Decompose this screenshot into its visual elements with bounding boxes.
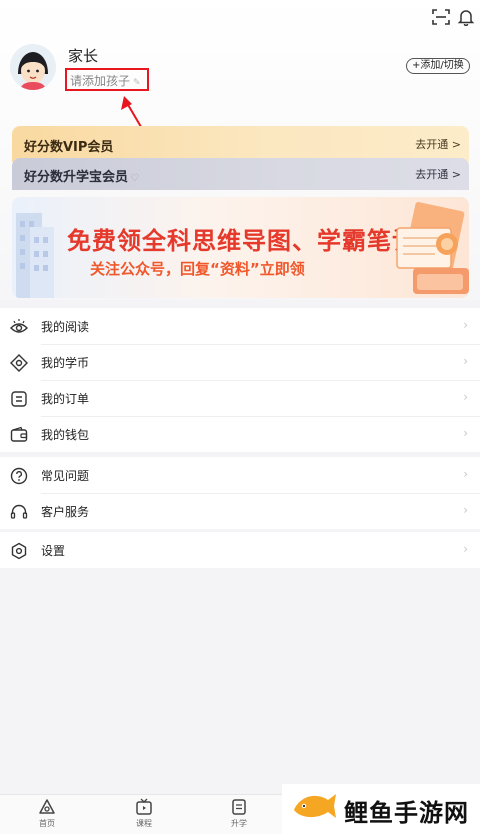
- tab-label: 升学: [231, 819, 247, 828]
- coin-icon: [10, 354, 28, 372]
- settings-icon: [11, 542, 27, 560]
- enroll-icon: [232, 799, 246, 815]
- menu-item-settings[interactable]: 设置 ›: [0, 532, 480, 568]
- shengxuebao-card-title: 好分数升学宝会员 ♡: [24, 170, 139, 185]
- chevron-right-icon: ›: [463, 467, 468, 481]
- vip-card-title: 好分数VIP会员: [24, 140, 114, 155]
- building-illustration: [16, 213, 54, 298]
- menu-label: 我的学币: [41, 356, 90, 370]
- menu-item-orders[interactable]: 我的订单 ›: [0, 380, 480, 416]
- site-watermark: 鲤鱼手游网: [282, 784, 480, 834]
- book-illustration: [396, 202, 469, 294]
- promo-banner[interactable]: 免费领全科思维导图、学霸笔记 关注公众号，回复“资料”立即领: [12, 197, 469, 298]
- headset-icon: [10, 504, 28, 519]
- order-icon: [11, 391, 27, 407]
- chevron-right-icon: ›: [463, 390, 468, 404]
- chevron-right-icon: ›: [463, 503, 468, 517]
- menu-group-account: 我的阅读 › 我的学币 › 我的订单 › 我的钱包 ›: [0, 308, 480, 452]
- chevron-right-icon: ›: [463, 542, 468, 556]
- watermark-text: 鲤鱼手游网: [344, 799, 469, 827]
- menu-item-reading[interactable]: 我的阅读 ›: [0, 308, 480, 344]
- chevron-right-icon: ›: [463, 426, 468, 440]
- banner-title: 免费领全科思维导图、学霸笔记: [67, 227, 417, 255]
- menu-item-coins[interactable]: 我的学币 ›: [0, 344, 480, 380]
- question-icon: [10, 467, 28, 485]
- menu-label: 设置: [41, 544, 66, 558]
- fish-logo-icon: [294, 794, 336, 818]
- tab-label: 首页: [39, 819, 55, 828]
- banner-subtitle: 关注公众号，回复“资料”立即领: [90, 260, 305, 278]
- tab-enroll[interactable]: 升学: [219, 798, 259, 829]
- wallet-icon: [10, 426, 28, 442]
- menu-item-wallet[interactable]: 我的钱包 ›: [0, 416, 480, 452]
- eye-icon: [10, 319, 28, 333]
- menu-item-support[interactable]: 客户服务 ›: [0, 493, 480, 529]
- menu-group-settings: 设置 ›: [0, 532, 480, 568]
- tab-course[interactable]: 课程: [124, 798, 164, 829]
- tab-label: 课程: [136, 819, 152, 828]
- menu-label: 我的订单: [41, 392, 90, 406]
- vip-card[interactable]: 好分数VIP会员 去开通 >: [12, 126, 469, 162]
- shengxuebao-card[interactable]: 好分数升学宝会员 ♡ 去开通 >: [12, 158, 469, 190]
- menu-label: 客户服务: [41, 505, 90, 519]
- course-icon: [136, 798, 152, 815]
- diamond-icon: ♡: [130, 173, 139, 184]
- chevron-right-icon: ›: [463, 354, 468, 368]
- menu-label: 我的钱包: [41, 428, 90, 442]
- menu-label: 常见问题: [41, 469, 90, 483]
- menu-group-help: 常见问题 › 客户服务 ›: [0, 457, 480, 529]
- shengxuebao-open-link[interactable]: 去开通 >: [415, 166, 461, 182]
- tab-home[interactable]: 首页: [27, 798, 67, 829]
- vip-open-link[interactable]: 去开通 >: [415, 136, 461, 152]
- menu-item-faq[interactable]: 常见问题 ›: [0, 457, 480, 493]
- chevron-right-icon: ›: [463, 318, 468, 332]
- menu-label: 我的阅读: [41, 320, 90, 334]
- home-icon: [39, 799, 55, 814]
